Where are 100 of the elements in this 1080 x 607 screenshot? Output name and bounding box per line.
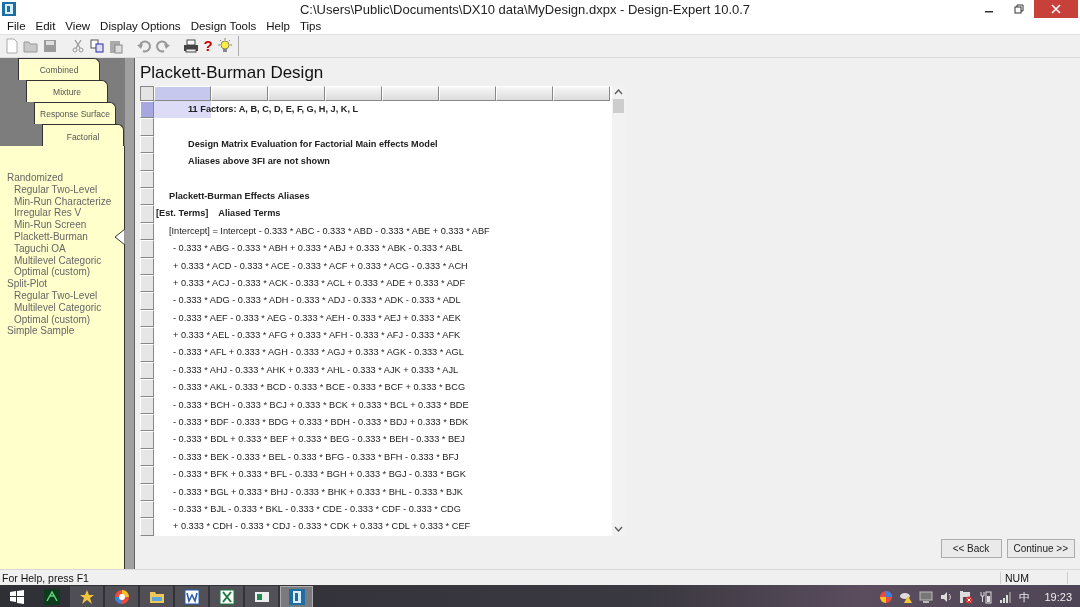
- row-header[interactable]: [140, 118, 154, 136]
- undo-icon[interactable]: [136, 38, 152, 54]
- close-button[interactable]: [1034, 0, 1078, 18]
- menu-item[interactable]: Design Tools: [185, 20, 262, 32]
- column-header[interactable]: [382, 86, 439, 101]
- report-line: Design Matrix Evaluation for Factorial Main effects Model: [188, 138, 438, 149]
- design-expert-icon[interactable]: [280, 586, 313, 607]
- design-type-tab[interactable]: Combined: [18, 58, 100, 80]
- scroll-down-icon[interactable]: [614, 526, 623, 533]
- row-header[interactable]: [140, 466, 154, 484]
- menu-item[interactable]: Edit: [30, 20, 61, 32]
- close-icon[interactable]: [1051, 4, 1061, 14]
- row-header[interactable]: [140, 414, 154, 432]
- column-header[interactable]: [439, 86, 496, 101]
- design-list-item[interactable]: Regular Two-Level: [0, 289, 124, 302]
- signal-icon[interactable]: [999, 590, 1014, 604]
- scroll-up-icon[interactable]: [614, 88, 623, 95]
- clock[interactable]: 19:23: [1044, 591, 1072, 603]
- status-message: For Help, press F1: [1, 571, 90, 584]
- design-list-item[interactable]: Irregular Res V: [0, 207, 124, 220]
- report-line: - 0.333 * AKL - 0.333 * BCD - 0.333 * BCE - 0.333 * BCF + 0.333 * BCG: [173, 382, 466, 393]
- word-icon[interactable]: [175, 586, 208, 607]
- app-icon: [2, 2, 16, 16]
- menu-item[interactable]: View: [60, 20, 96, 32]
- speaker-icon[interactable]: [939, 590, 954, 604]
- design-list-item[interactable]: Min-Run Screen: [0, 219, 124, 231]
- row-header[interactable]: [140, 153, 154, 171]
- printer-icon[interactable]: [183, 38, 199, 54]
- nav-button[interactable]: << Back: [940, 539, 1002, 558]
- report-line: + 0.333 * CDH - 0.333 * CDJ - 0.333 * CDK + 0.333 * CDL + 0.333 * CEF: [173, 521, 471, 532]
- row-header[interactable]: [140, 292, 154, 310]
- row-header[interactable]: [140, 518, 154, 536]
- cloud-warning-icon[interactable]: [899, 590, 914, 604]
- report-line: [Est. Terms] Aliased Terms: [156, 208, 281, 219]
- window-app-icon[interactable]: [245, 586, 278, 607]
- report-line: + 0.333 * ACJ - 0.333 * ACK - 0.333 * ACL + 0.333 * ADE + 0.333 * ADF: [173, 277, 466, 288]
- design-type-tab[interactable]: Factorial: [42, 124, 124, 148]
- column-header[interactable]: [268, 86, 325, 101]
- new-file-icon[interactable]: [4, 38, 20, 54]
- design-type-tab[interactable]: Mixture: [26, 80, 108, 102]
- restore-icon[interactable]: [1014, 4, 1024, 14]
- row-header[interactable]: [140, 431, 154, 449]
- star-app-icon[interactable]: [70, 586, 103, 607]
- windows-logo-icon[interactable]: [9, 590, 24, 604]
- paste-icon[interactable]: [108, 38, 124, 54]
- design-list-item[interactable]: Min-Run Characterize: [0, 195, 124, 208]
- design-type-tab[interactable]: Response Surface: [34, 102, 116, 124]
- design-list-item[interactable]: Randomized: [0, 172, 124, 184]
- splitter-bar[interactable]: [125, 58, 135, 569]
- row-header[interactable]: [140, 101, 154, 119]
- report-line: [Intercept] = Intercept - 0.333 * ABC - 0.333 * ABD - 0.333 * ABE + 0.333 * ABF: [169, 225, 490, 236]
- light-bulb-icon[interactable]: [217, 38, 233, 54]
- report-line: - 0.333 * BGL + 0.333 * BHJ - 0.333 * BHK + 0.333 * BHL - 0.333 * BJK: [173, 486, 463, 497]
- input-method-indicator[interactable]: 中: [1019, 589, 1031, 605]
- menu-item[interactable]: Tips: [294, 20, 327, 32]
- column-header[interactable]: [211, 86, 268, 101]
- column-header[interactable]: [553, 86, 610, 101]
- row-header[interactable]: [140, 327, 154, 345]
- copy-icon[interactable]: [89, 38, 105, 54]
- help-button[interactable]: ?: [202, 38, 214, 54]
- report-line: - 0.333 * BJL - 0.333 * BKL - 0.333 * CDE - 0.333 * CDF - 0.333 * CDG: [173, 504, 461, 514]
- network-error-icon[interactable]: [959, 590, 974, 604]
- colorful-app-icon[interactable]: [879, 590, 894, 604]
- menu-item[interactable]: File: [2, 20, 31, 32]
- column-header[interactable]: [325, 86, 382, 101]
- report-line: - 0.333 * BDF - 0.333 * BDG + 0.333 * BDH - 0.333 * BDJ + 0.333 * BDK: [173, 417, 469, 428]
- menu-item[interactable]: Help: [261, 20, 295, 32]
- design-list-item[interactable]: Multilevel Categoric: [0, 301, 124, 314]
- window-title: C:\Users\Public\Documents\DX10 data\MyDesign.dxpx - Design-Expert 10.0.7: [298, 1, 752, 17]
- excel-icon[interactable]: [210, 586, 243, 607]
- row-header[interactable]: [140, 240, 154, 258]
- save-icon[interactable]: [42, 38, 58, 54]
- menu-item[interactable]: Display Options: [95, 20, 186, 32]
- design-list-item[interactable]: Optimal (custom): [0, 266, 124, 279]
- column-header[interactable]: [496, 86, 553, 101]
- browser-icon[interactable]: [105, 586, 138, 607]
- scissors-icon[interactable]: [70, 38, 86, 54]
- design-list-item[interactable]: Simple Sample: [0, 325, 124, 338]
- row-header[interactable]: [140, 205, 154, 223]
- nav-button[interactable]: Continue >>: [1006, 539, 1075, 558]
- report-line: - 0.333 * BCH - 0.333 * BCJ + 0.333 * BCK + 0.333 * BCL + 0.333 * BDE: [173, 399, 469, 410]
- design-list-item[interactable]: Plackett-Burman: [0, 231, 124, 243]
- report-line: - 0.333 * AFL + 0.333 * AGH - 0.333 * AGJ + 0.333 * AGK - 0.333 * AGL: [173, 347, 464, 358]
- row-header[interactable]: [140, 344, 154, 362]
- design-list-item[interactable]: Multilevel Categoric: [0, 254, 124, 267]
- folder-icon[interactable]: [140, 586, 173, 607]
- grid-corner[interactable]: [140, 86, 154, 101]
- design-list-item[interactable]: Split-Plot: [0, 278, 124, 290]
- monitor-icon[interactable]: [919, 590, 934, 604]
- column-header[interactable]: [154, 86, 211, 101]
- open-folder-icon[interactable]: [23, 38, 39, 54]
- redo-icon[interactable]: [155, 38, 171, 54]
- design-list-item[interactable]: Optimal (custom): [0, 313, 124, 326]
- scrollbar-thumb[interactable]: [613, 99, 624, 113]
- design-list-item[interactable]: Taguchi OA: [0, 242, 124, 255]
- report-line: - 0.333 * BEK - 0.333 * BEL - 0.333 * BFG - 0.333 * BFH - 0.333 * BFJ: [173, 451, 459, 462]
- report-line: - 0.333 * AHJ - 0.333 * AHK + 0.333 * AHL - 0.333 * AJK + 0.333 * AJL: [173, 364, 459, 375]
- report-line: - 0.333 * AEF - 0.333 * AEG - 0.333 * AEH - 0.333 * AEJ + 0.333 * AEK: [173, 312, 461, 323]
- design-list-item[interactable]: Regular Two-Level: [0, 183, 124, 196]
- row-header[interactable]: [140, 379, 154, 397]
